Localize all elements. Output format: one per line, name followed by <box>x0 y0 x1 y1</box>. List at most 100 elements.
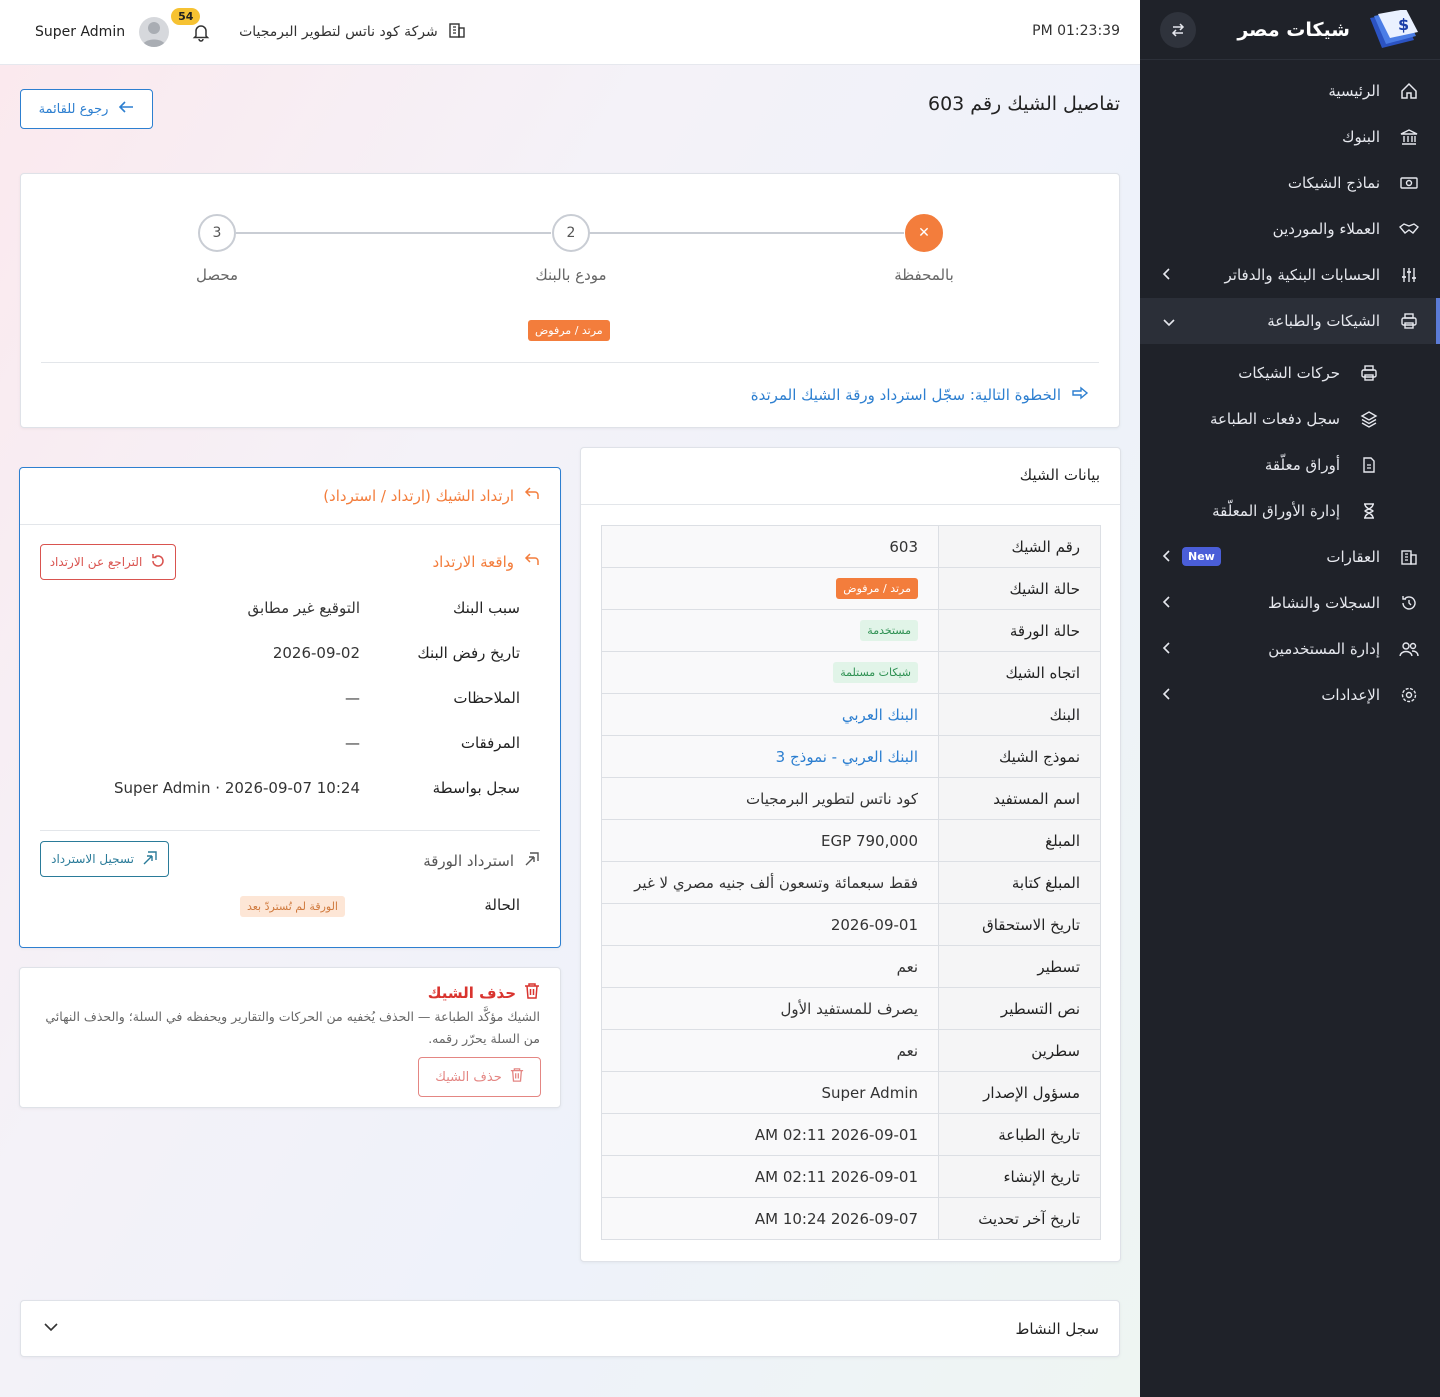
topbar-user-area: Super Admin 54 شركة كود ناتس لتطوير البر… <box>35 8 466 52</box>
sidebar-item-label: الشيكات والطباعة <box>1267 312 1380 330</box>
sidebar-item-logs[interactable]: السجلات والنشاط <box>1140 580 1440 626</box>
company-name[interactable]: شركة كود ناتس لتطوير البرمجيات <box>239 24 438 40</box>
sidebar-subitem-print-batches[interactable]: سجل دفعات الطباعة <box>1140 396 1440 442</box>
sidebar-item-real-estate[interactable]: العقارات New <box>1140 534 1440 580</box>
home-icon <box>1398 80 1420 102</box>
step-marker-x-icon: ✕ <box>905 214 943 252</box>
row-key: المبلغ كتابة <box>938 861 1101 904</box>
table-row: EGP 790,000 المبلغ <box>601 819 1101 862</box>
table-row: نعم تسطير <box>601 945 1101 988</box>
sidebar-item-clients[interactable]: العملاء والموردين <box>1140 206 1440 252</box>
table-row: AM 10:24 2026-09-07 تاريخ آخر تحديث <box>601 1197 1101 1240</box>
sidebar-header: $ شيكات مصر <box>1140 0 1440 60</box>
card-title: بيانات الشيك <box>1019 466 1100 484</box>
register-recovery-button[interactable]: تسجيل الاسترداد <box>40 841 169 877</box>
divider <box>41 362 1099 363</box>
sidebar-toggle-button[interactable] <box>1160 11 1196 48</box>
chevron-down-icon[interactable] <box>43 1321 59 1337</box>
status-badge: شيكات مستلمة <box>833 662 918 683</box>
status-badge: مستخدمة <box>860 620 918 641</box>
sidebar-item-label: سجل دفعات الطباعة <box>1209 410 1340 428</box>
status-stepper-card: ✕ بالمحفظة 2 مودع بالبنك 3 محصل مرتد / م… <box>20 173 1120 428</box>
sidebar-item-check-templates[interactable]: نماذج الشيكات <box>1140 160 1440 206</box>
chevron-left-icon <box>1162 549 1172 567</box>
row-value[interactable]: البنك العربي <box>601 693 939 736</box>
row-value: Super Admin <box>601 1071 939 1114</box>
next-step-label: الخطوة التالية: سجّل استرداد ورقة الشيك … <box>750 386 1061 404</box>
sidebar-item-users[interactable]: إدارة المستخدمين <box>1140 626 1440 672</box>
sidebar-subitem-pending-papers[interactable]: أوراق معلّقة <box>1140 442 1440 488</box>
row-value: EGP 790,000 <box>601 819 939 862</box>
row-key: اتجاه الشيك <box>938 651 1101 694</box>
row-value: كود ناتس لتطوير البرمجيات <box>601 777 939 820</box>
table-row: شيكات مستلمة اتجاه الشيك <box>601 651 1101 694</box>
table-row: يصرف للمستفيد الأول نص التسطير <box>601 987 1101 1030</box>
row-value[interactable]: البنك العربي - نموذج 3 <box>601 735 939 778</box>
delete-check-button[interactable]: حذف الشيك <box>418 1057 541 1097</box>
user-name[interactable]: Super Admin <box>35 24 125 40</box>
paper-status-label: الحالة <box>484 896 520 914</box>
row-key: البنك <box>938 693 1101 736</box>
activity-log-card[interactable]: سجل النشاط <box>20 1300 1120 1357</box>
printer-icon <box>1398 310 1420 332</box>
bounce-field-label: المرفقات <box>460 734 520 752</box>
status-badge: مرتد / مرفوض <box>836 578 918 599</box>
table-row: فقط سبعمائة وتسعون ألف جنيه مصري لا غير ا… <box>601 861 1101 904</box>
building-icon <box>1398 546 1420 568</box>
sidebar-item-checks-printing[interactable]: الشيكات والطباعة <box>1140 298 1440 344</box>
step-deposited: 2 مودع بالبنك <box>511 214 631 284</box>
paper-recovery-title: استرداد الورقة <box>423 851 540 871</box>
row-value: 603 <box>601 525 939 568</box>
sidebar-subitem-manage-pending[interactable]: إدارة الأوراق المعلّقة <box>1140 488 1440 534</box>
sidebar-item-bank-accounts[interactable]: الحسابات البنكية والدفاتر <box>1140 252 1440 298</box>
check-data-card: بيانات الشيك 603 رقم الشيك مرتد / مرفوض حال… <box>580 447 1121 1262</box>
main-content: تفاصيل الشيك رقم 603 رجوع للقائمة ✕ بالم… <box>0 65 1140 1397</box>
row-key: تاريخ الاستحقاق <box>938 903 1101 946</box>
delete-card-title: حذف الشيك <box>428 982 540 1004</box>
step-label: مودع بالبنك <box>535 266 607 284</box>
sidebar-subitem-check-movements[interactable]: حركات الشيكات <box>1140 350 1440 396</box>
brand[interactable]: $ شيكات مصر <box>1237 8 1420 50</box>
back-to-list-button[interactable]: رجوع للقائمة <box>20 89 153 129</box>
sidebar-item-label: العقارات <box>1326 548 1380 566</box>
sliders-icon <box>1398 264 1420 286</box>
sidebar-item-label: إدارة المستخدمين <box>1268 640 1380 658</box>
row-key: اسم المستفيد <box>938 777 1101 820</box>
arrow-left-icon <box>118 100 134 118</box>
row-value: مرتد / مرفوض <box>601 567 939 610</box>
sidebar: $ شيكات مصر الرئيسية البنوك نماذج الشيكا… <box>1140 0 1440 1397</box>
banknote-icon <box>1398 172 1420 194</box>
sidebar-item-label: الرئيسية <box>1328 82 1380 100</box>
stepper-line <box>236 232 551 234</box>
table-row: مستخدمة حالة الورقة <box>601 609 1101 652</box>
row-key: المبلغ <box>938 819 1101 862</box>
sidebar-item-label: أوراق معلّقة <box>1264 456 1340 474</box>
undo-bounce-button[interactable]: التراجع عن الارتداد <box>40 544 176 580</box>
step-label: محصل <box>195 266 239 284</box>
next-step-link[interactable]: الخطوة التالية: سجّل استرداد ورقة الشيك … <box>751 386 1089 404</box>
paper-status-value: الورقة لم تُستردّ بعد <box>239 896 345 917</box>
sidebar-item-label: السجلات والنشاط <box>1268 594 1380 612</box>
table-row: البنك العربي - نموذج 3 نموذج الشيك <box>601 735 1101 778</box>
svg-text:$: $ <box>1398 15 1409 34</box>
avatar[interactable] <box>139 17 170 47</box>
sidebar-item-settings[interactable]: الإعدادات <box>1140 672 1440 718</box>
recover-icon <box>142 850 158 869</box>
row-key: تاريخ الطباعة <box>938 1113 1101 1156</box>
document-icon <box>1358 454 1380 476</box>
row-value: AM 02:11 2026-09-01 <box>601 1155 939 1198</box>
row-key: تاريخ الإنشاء <box>938 1155 1101 1198</box>
hourglass-icon <box>1358 500 1380 522</box>
sidebar-item-label: العملاء والموردين <box>1272 220 1380 238</box>
undo-icon <box>150 553 166 572</box>
sidebar-item-label: الحسابات البنكية والدفاتر <box>1224 266 1380 284</box>
bank-icon <box>1398 126 1420 148</box>
sidebar-item-home[interactable]: الرئيسية <box>1140 68 1440 114</box>
sidebar-nav: الرئيسية البنوك نماذج الشيكات العملاء وا… <box>1140 60 1440 718</box>
bell-icon[interactable]: 54 <box>171 8 211 42</box>
table-row: Super Admin مسؤول الإصدار <box>601 1071 1101 1114</box>
row-key: تاريخ آخر تحديث <box>938 1197 1101 1240</box>
row-key: نموذج الشيك <box>938 735 1101 778</box>
sidebar-item-banks[interactable]: البنوك <box>1140 114 1440 160</box>
row-value: شيكات مستلمة <box>601 651 939 694</box>
